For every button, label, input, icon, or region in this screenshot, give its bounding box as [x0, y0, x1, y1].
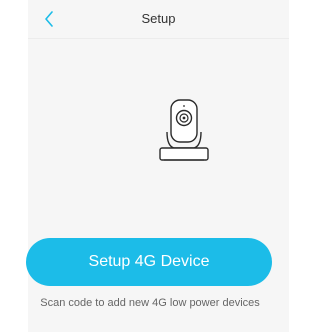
left-margin — [0, 0, 28, 332]
setup-screen: Setup Setup 4G Device Scan code to add n… — [0, 0, 317, 332]
navigation-bar: Setup — [28, 0, 289, 39]
page-title: Setup — [141, 11, 176, 26]
right-margin — [289, 0, 317, 332]
camera-illustration — [154, 98, 214, 164]
setup-4g-device-button[interactable]: Setup 4G Device — [26, 238, 272, 286]
hint-text: Scan code to add new 4G low power device… — [40, 297, 260, 309]
ptz-camera-icon — [159, 99, 209, 161]
